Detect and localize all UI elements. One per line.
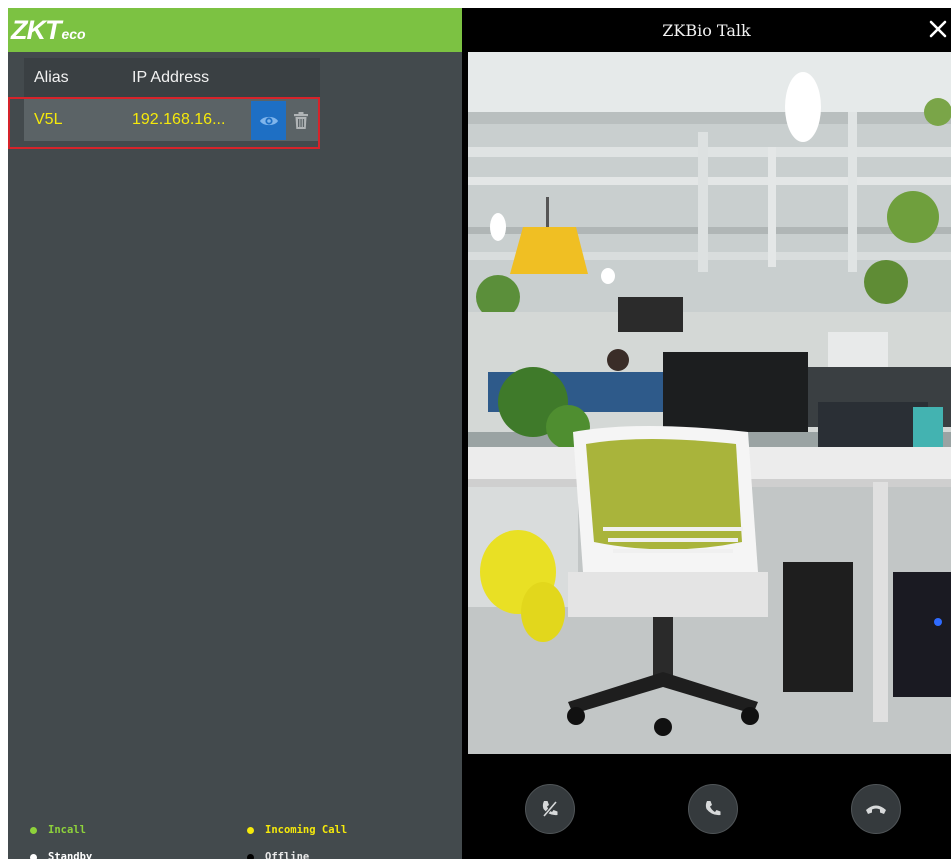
logo-main-text: ZKT bbox=[11, 15, 61, 45]
offline-dot bbox=[247, 853, 254, 859]
device-table: Alias IP Address V5L 192.168.16... bbox=[24, 58, 320, 141]
call-controls bbox=[462, 768, 951, 834]
legend-incoming-label: Incoming Call bbox=[265, 824, 348, 836]
phone-slash-icon bbox=[542, 800, 558, 818]
video-feed bbox=[468, 52, 951, 754]
standby-dot bbox=[30, 853, 37, 859]
hang-up-button[interactable] bbox=[851, 784, 901, 834]
legend-standby: Standby bbox=[30, 851, 92, 859]
incall-dot bbox=[30, 826, 37, 834]
header-bar: ZKT eco bbox=[8, 8, 462, 52]
zkteco-logo: ZKT eco bbox=[11, 16, 86, 44]
alias-column-header: Alias bbox=[34, 68, 69, 86]
legend-offline: Offline bbox=[247, 851, 309, 859]
legend-incall: Incall bbox=[30, 824, 86, 836]
legend-standby-label: Standby bbox=[48, 851, 93, 859]
selection-highlight bbox=[8, 97, 320, 149]
device-list-panel: ZKT eco Alias IP Address V5L 192.168.16.… bbox=[8, 8, 462, 859]
ip-column-header: IP Address bbox=[132, 68, 210, 86]
legend-incall-label: Incall bbox=[48, 824, 86, 836]
incoming-dot bbox=[247, 826, 254, 834]
talk-window-title: ZKBio Talk bbox=[662, 20, 751, 40]
talk-window: ZKBio Talk bbox=[462, 8, 951, 859]
close-icon bbox=[929, 20, 947, 38]
close-button[interactable] bbox=[925, 14, 951, 44]
phone-hangup-icon bbox=[866, 805, 886, 814]
phone-icon bbox=[705, 801, 721, 816]
table-header: Alias IP Address bbox=[24, 58, 320, 97]
legend-incoming: Incoming Call bbox=[247, 824, 347, 836]
mute-call-button[interactable] bbox=[525, 784, 575, 834]
camera-feed-icon bbox=[468, 52, 951, 754]
status-legend: Incall Incoming Call Standby Offline bbox=[30, 816, 450, 859]
answer-call-button[interactable] bbox=[688, 784, 738, 834]
legend-offline-label: Offline bbox=[265, 851, 310, 859]
logo-sub-text: eco bbox=[61, 26, 86, 42]
